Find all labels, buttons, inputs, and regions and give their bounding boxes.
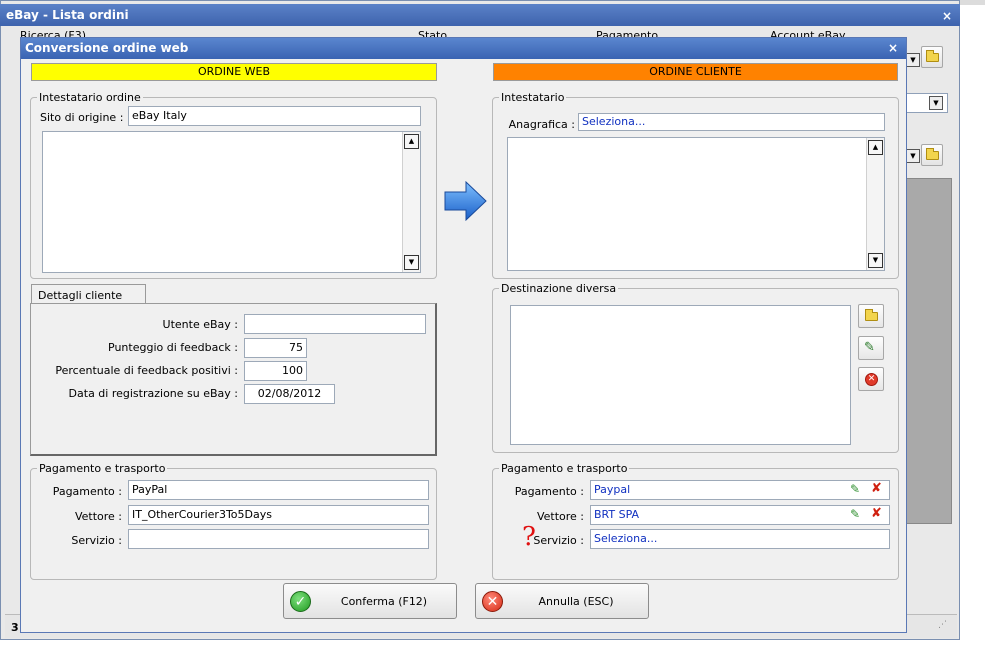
sito-origine-label: Sito di origine : [40, 111, 124, 124]
confirm-button-label: Conferma (F12) [340, 595, 428, 608]
destinazione-select-button[interactable] [858, 304, 884, 328]
destinazione-edit-button[interactable]: ✎ [858, 336, 884, 360]
intestatario-textarea[interactable]: ▲ ▼ [507, 137, 885, 271]
banner-ordine-cliente: ORDINE CLIENTE [493, 63, 898, 81]
vettore-right-label: Vettore : [536, 510, 584, 523]
pagamento-clear-icon[interactable]: ✘ [871, 481, 882, 496]
utente-ebay-label: Utente eBay : [162, 318, 238, 331]
textarea-scrollbar[interactable]: ▲ ▼ [866, 138, 884, 270]
punteggio-feedback-field[interactable]: 75 [244, 338, 307, 358]
percentuale-feedback-field[interactable]: 100 [244, 361, 307, 381]
vettore-right-field[interactable]: BRT SPA [590, 505, 890, 525]
pagamento-right-value: Paypal [594, 483, 631, 496]
right-arrow-icon [444, 181, 487, 221]
confirm-button[interactable]: ✓ Conferma (F12) [283, 583, 457, 619]
background-dropdown-arrow-2[interactable]: ▼ [906, 149, 920, 163]
background-select-arrow[interactable]: ▼ [929, 96, 943, 110]
data-registrazione-label: Data di registrazione su eBay : [68, 387, 238, 400]
banner-ordine-web: ORDINE WEB [31, 63, 437, 81]
pagamento-right-field[interactable]: Paypal [590, 480, 890, 500]
edit-icon: ✎ [864, 340, 875, 355]
group-pagamento-trasporto-right-legend: Pagamento e trasporto [499, 462, 630, 475]
scroll-up-icon[interactable]: ▲ [404, 134, 419, 149]
pagamento-edit-icon[interactable]: ✎ [850, 482, 860, 496]
background-close-button[interactable]: × [942, 9, 952, 23]
background-window-title: eBay - Lista ordini [6, 8, 129, 22]
pagamento-left-field[interactable]: PayPal [128, 480, 429, 500]
vettore-left-field[interactable]: IT_OtherCourier3To5Days [128, 505, 429, 525]
utente-ebay-field[interactable] [244, 314, 426, 334]
background-dropdown-arrow[interactable]: ▼ [906, 53, 920, 67]
dialog-close-button[interactable]: × [888, 41, 898, 55]
background-status-count: 3 [11, 621, 19, 634]
folder-icon [926, 148, 939, 160]
sito-origine-field[interactable]: eBay Italy [128, 106, 421, 126]
background-folder-button[interactable] [921, 46, 943, 68]
servizio-right-field[interactable]: Seleziona... [590, 529, 890, 549]
group-intestatario-legend: Intestatario [499, 91, 567, 104]
pagamento-left-label: Pagamento : [52, 485, 122, 498]
cancel-button-label: Annulla (ESC) [538, 595, 614, 608]
percentuale-feedback-label: Percentuale di feedback positivi : [55, 364, 238, 377]
punteggio-feedback-label: Punteggio di feedback : [108, 341, 238, 354]
folder-icon [926, 50, 939, 62]
textarea-scrollbar[interactable]: ▲ ▼ [402, 132, 420, 272]
data-registrazione-field[interactable]: 02/08/2012 [244, 384, 335, 404]
background-grid-area [906, 178, 952, 524]
servizio-left-label: Servizio : [71, 534, 122, 547]
background-window-titlebar: eBay - Lista ordini × [0, 4, 960, 26]
destinazione-delete-button[interactable]: ✕ [858, 367, 884, 391]
intestatario-ordine-textarea[interactable]: ▲ ▼ [42, 131, 421, 273]
resize-grip-icon[interactable]: ⋰ [938, 620, 947, 630]
pagamento-right-label: Pagamento : [514, 485, 584, 498]
scroll-down-icon[interactable]: ▼ [404, 255, 419, 270]
background-folder-button-2[interactable] [921, 144, 943, 166]
group-intestatario-ordine-legend: Intestatario ordine [37, 91, 143, 104]
group-destinazione-diversa-legend: Destinazione diversa [499, 282, 619, 295]
dialog-title: Conversione ordine web [25, 41, 189, 55]
anagrafica-label: Anagrafica : [508, 118, 575, 131]
delete-icon: ✕ [865, 373, 878, 386]
cancel-button[interactable]: ✕ Annulla (ESC) [475, 583, 649, 619]
destinazione-textarea[interactable] [510, 305, 851, 445]
group-pagamento-trasporto-left-legend: Pagamento e trasporto [37, 462, 168, 475]
servizio-right-label: Servizio : [533, 534, 584, 547]
vettore-left-label: Vettore : [74, 510, 122, 523]
vettore-right-value: BRT SPA [594, 508, 640, 521]
anagrafica-field[interactable]: Seleziona... [578, 113, 885, 131]
vettore-clear-icon[interactable]: ✘ [871, 506, 882, 521]
servizio-left-field[interactable] [128, 529, 429, 549]
scroll-up-icon[interactable]: ▲ [868, 140, 883, 155]
vettore-edit-icon[interactable]: ✎ [850, 507, 860, 521]
dialog-titlebar: Conversione ordine web × [21, 38, 906, 59]
folder-icon [865, 309, 878, 321]
scroll-down-icon[interactable]: ▼ [868, 253, 883, 268]
